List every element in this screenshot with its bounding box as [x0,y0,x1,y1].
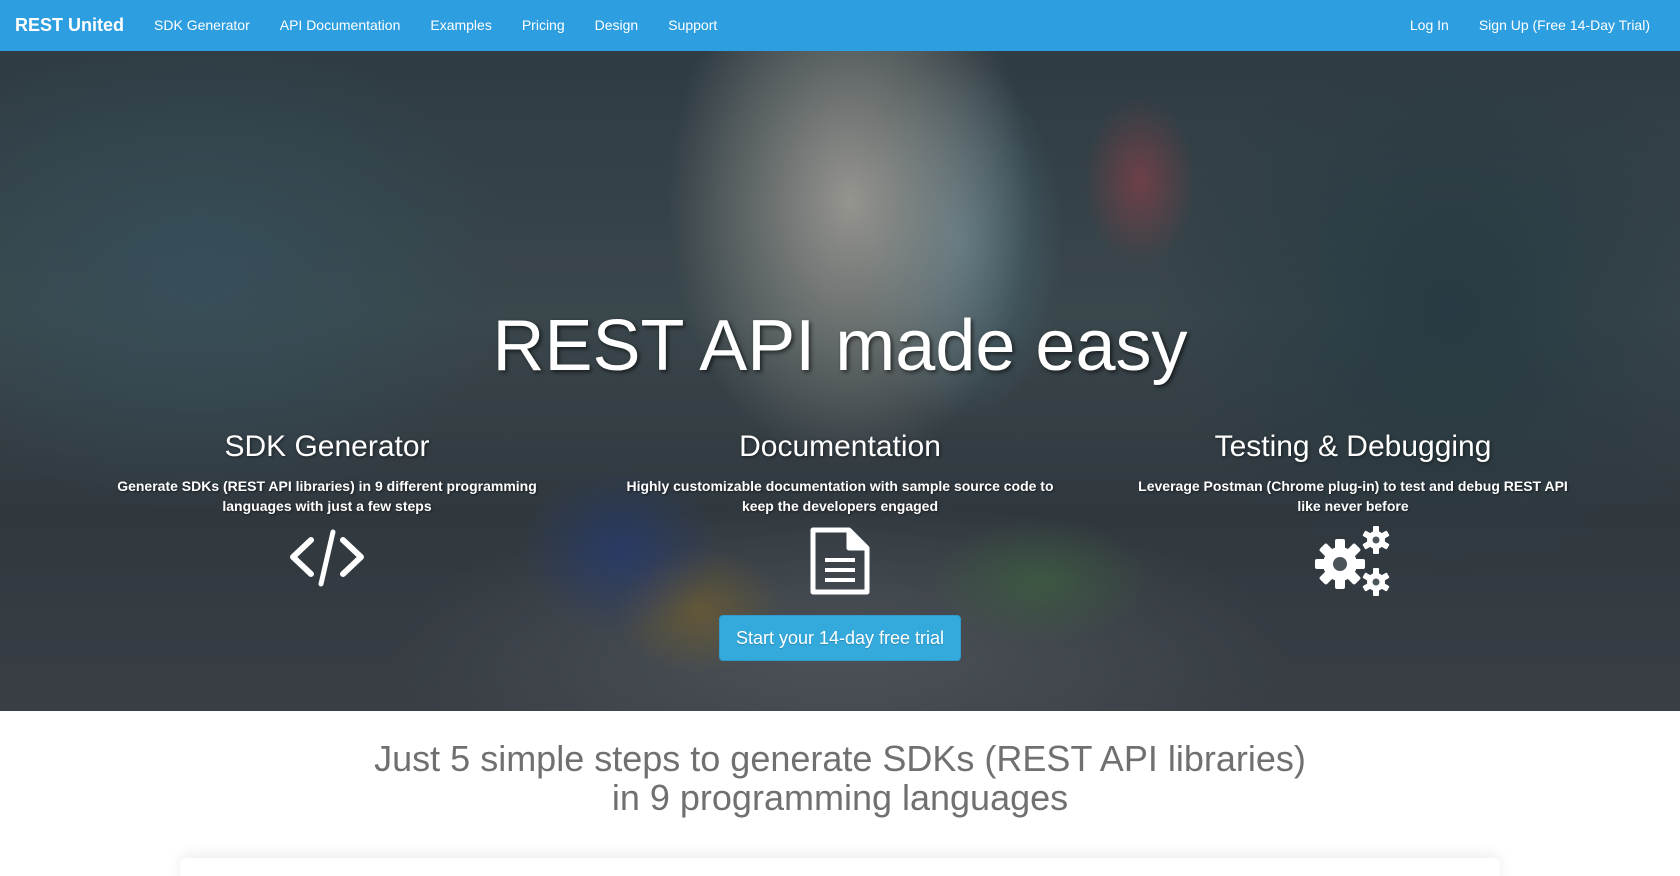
nav-link-support[interactable]: Support [653,0,732,51]
feature-description: Generate SDKs (REST API libraries) in 9 … [117,478,537,514]
gears-icon [1315,526,1390,596]
nav-link-log-in[interactable]: Log In [1395,0,1464,51]
steps-heading-line-1: Just 5 simple steps to generate SDKs (RE… [374,738,1306,779]
feature-documentation: Documentation Highly customizable docume… [620,430,1060,596]
nav-main-links: SDK Generator API Documentation Examples… [139,0,732,51]
feature-sdk-generator: SDK Generator Generate SDKs (REST API li… [107,430,547,588]
steps-heading: Just 5 simple steps to generate SDKs (RE… [340,739,1340,817]
nav-link-sdk-generator[interactable]: SDK Generator [139,0,265,51]
navbar: REST United SDK Generator API Documentat… [0,0,1680,51]
feature-description: Leverage Postman (Chrome plug-in) to tes… [1138,478,1568,514]
document-icon [810,527,870,595]
nav-link-design[interactable]: Design [580,0,654,51]
steps-panel [180,858,1500,876]
nav-link-api-documentation[interactable]: API Documentation [265,0,416,51]
feature-testing-debugging: Testing & Debugging Leverage Postman (Ch… [1133,430,1573,598]
feature-description: Highly customizable documentation with s… [626,478,1054,514]
nav-link-examples[interactable]: Examples [415,0,506,51]
nav-link-pricing[interactable]: Pricing [507,0,580,51]
hero-section: REST API made easy SDK Generator Generat… [0,51,1680,711]
steps-heading-line-2: in 9 programming languages [611,777,1069,818]
hero-title: REST API made easy [492,306,1188,386]
code-icon [290,529,364,587]
feature-title: Documentation [739,430,941,463]
brand-logo-link[interactable]: REST United [15,15,124,36]
feature-title: Testing & Debugging [1214,430,1492,463]
start-free-trial-button[interactable]: Start your 14-day free trial [719,615,961,661]
nav-link-sign-up[interactable]: Sign Up (Free 14-Day Trial) [1464,0,1665,51]
nav-account-links: Log In Sign Up (Free 14-Day Trial) [1395,0,1665,51]
feature-title: SDK Generator [224,430,430,463]
